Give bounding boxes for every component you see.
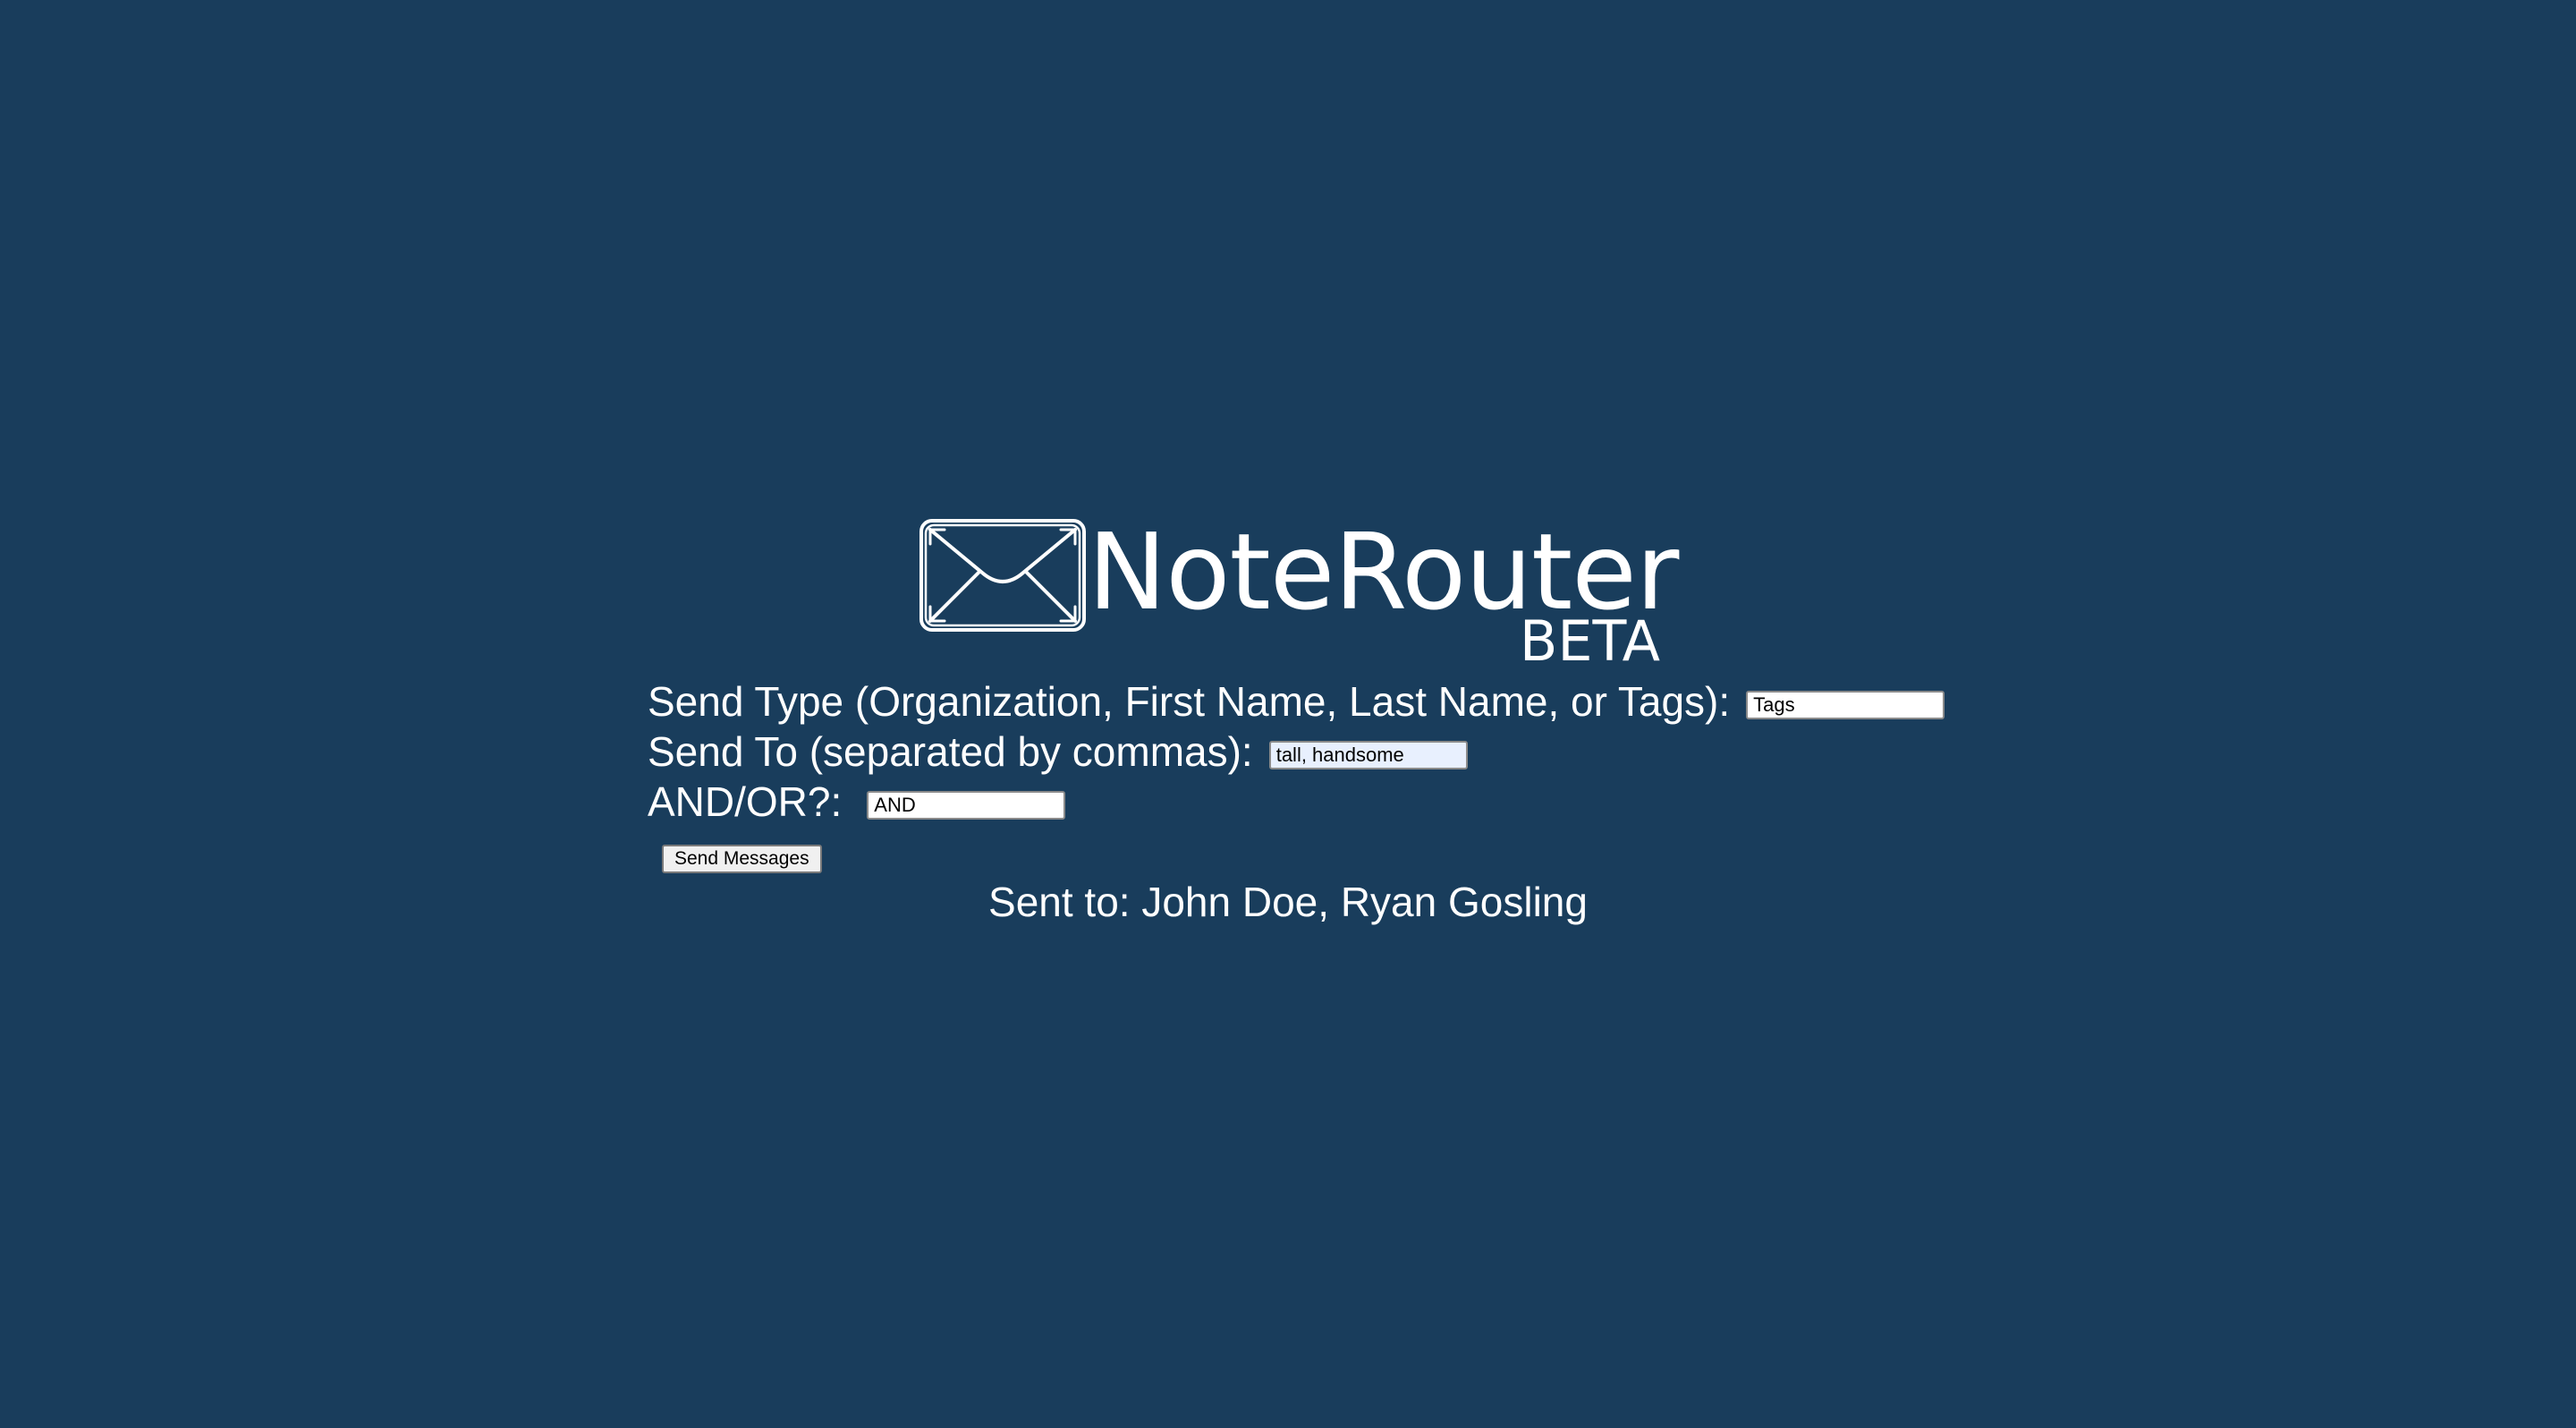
send-messages-button[interactable]: Send Messages	[662, 845, 822, 873]
envelope-icon	[919, 519, 1086, 632]
page: NoteRouter BETA Send Type (Organization,…	[0, 0, 2576, 1428]
and-or-input[interactable]	[867, 791, 1066, 820]
send-type-label: Send Type (Organization, First Name, Las…	[648, 678, 1731, 725]
send-type-input[interactable]	[1746, 691, 1945, 719]
and-or-label: AND/OR?:	[648, 778, 843, 825]
and-or-row: AND/OR?:	[648, 777, 1066, 827]
sent-to-status: Sent to: John Doe, Ryan Gosling	[988, 879, 1588, 925]
send-to-label: Send To (separated by commas):	[648, 728, 1253, 775]
send-to-row: Send To (separated by commas):	[648, 727, 1468, 777]
app-logo: NoteRouter BETA	[918, 514, 1679, 671]
send-type-row: Send Type (Organization, First Name, Las…	[648, 676, 1945, 727]
beta-badge: BETA	[1519, 608, 1660, 674]
send-to-input[interactable]	[1268, 741, 1468, 769]
